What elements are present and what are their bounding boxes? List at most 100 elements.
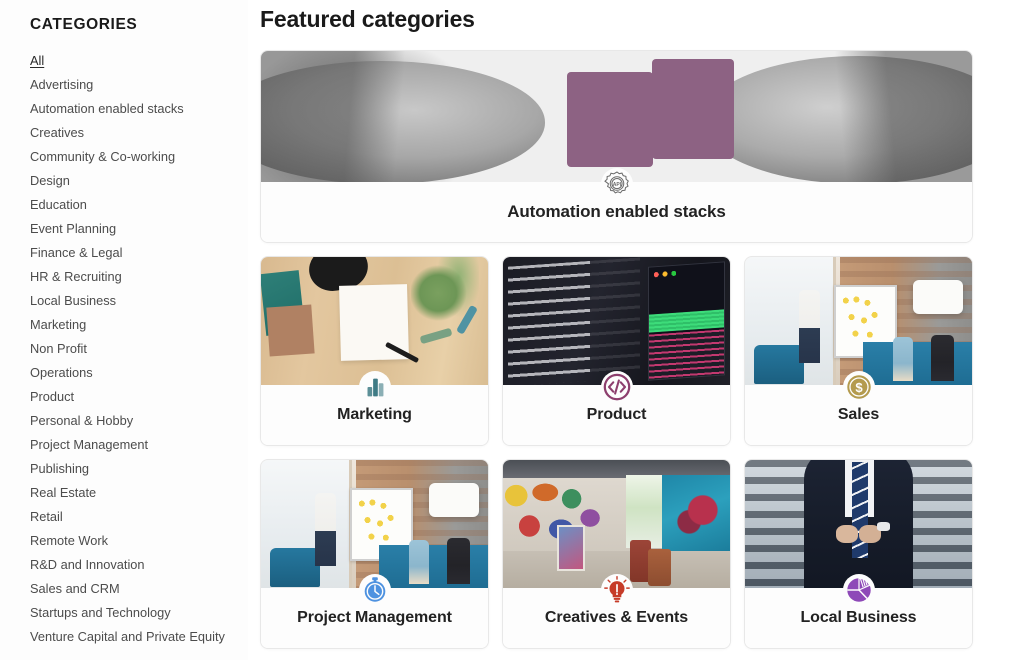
api-gear-icon: API	[600, 167, 633, 200]
sidebar-item-community-co-working[interactable]: Community & Co-working	[30, 145, 248, 169]
category-card-image	[261, 256, 488, 387]
sidebar-item-personal-hobby[interactable]: Personal & Hobby	[30, 409, 248, 433]
page-title: Featured categories	[260, 6, 475, 32]
graffiti-photo	[503, 459, 730, 590]
office-photo	[745, 256, 972, 387]
sidebar-item-local-business[interactable]: Local Business	[30, 289, 248, 313]
code-tag-icon	[600, 370, 633, 403]
blue-sofa	[863, 342, 972, 387]
category-card-image	[261, 459, 488, 590]
blue-sofa	[379, 545, 488, 590]
sidebar-item-finance-legal[interactable]: Finance & Legal	[30, 241, 248, 265]
puzzle-hands-photo	[261, 50, 972, 184]
sidebar-item-label: R&D and Innovation	[30, 556, 145, 572]
suit-photo	[745, 459, 972, 590]
canvas-easel	[557, 524, 585, 572]
sidebar-item-advertising[interactable]: Advertising	[30, 73, 248, 97]
pink-log-block	[649, 330, 725, 381]
left-hand	[835, 524, 859, 543]
sidebar-item-education[interactable]: Education	[30, 193, 248, 217]
person-seated-1	[408, 540, 429, 585]
category-card-image	[745, 459, 972, 590]
sidebar-item-all[interactable]: All	[30, 49, 248, 73]
striped-tie	[851, 462, 868, 559]
desk-photo	[261, 256, 488, 387]
teal-mural	[661, 475, 730, 554]
sidebar-item-non-profit[interactable]: Non Profit	[30, 337, 248, 361]
green-marker	[419, 327, 453, 345]
featured-card-automation-enabled-stacks[interactable]: API Automation enabled stacks	[260, 49, 973, 243]
sidebar-item-label: Product	[30, 388, 75, 404]
sidebar-item-event-planning[interactable]: Event Planning	[30, 217, 248, 241]
sidebar-item-remote-work[interactable]: Remote Work	[30, 529, 248, 553]
sidebar-item-marketing[interactable]: Marketing	[30, 313, 248, 337]
person-presenting	[315, 493, 336, 567]
wristwatch	[876, 521, 891, 532]
sidebar-item-design[interactable]: Design	[30, 169, 248, 193]
page-root: CATEGORIES All Advertising Automation enab…	[0, 0, 1017, 660]
sidebar-item-label: Community & Co-working	[30, 148, 176, 164]
sidebar-item-sales-and-crm[interactable]: Sales and CRM	[30, 577, 248, 601]
sidebar-item-startups-and-technology[interactable]: Startups and Technology	[30, 601, 248, 625]
sidebar-item-label: All	[30, 52, 45, 68]
sidebar-item-label: Operations	[30, 364, 93, 380]
lightbulb-icon	[600, 573, 633, 606]
category-card-image	[503, 459, 730, 590]
sidebar-item-label: Personal & Hobby	[30, 412, 134, 428]
dollar-coin-icon: $	[842, 370, 875, 403]
window-dots	[653, 269, 677, 281]
sidebar-title: CATEGORIES	[30, 16, 138, 33]
category-card-local-business[interactable]: Local Business	[744, 458, 973, 649]
sidebar-item-label: Design	[30, 172, 70, 188]
sidebar-item-publishing[interactable]: Publishing	[30, 457, 248, 481]
sidebar-item-project-management[interactable]: Project Management	[30, 433, 248, 457]
sidebar-item-label: Advertising	[30, 76, 94, 92]
category-card-product[interactable]: Product	[502, 255, 731, 446]
sidebar-item-label: Real Estate	[30, 484, 97, 500]
person-seated-2	[931, 334, 954, 382]
pie-segments-icon	[842, 573, 875, 606]
sidebar-item-label: Event Planning	[30, 220, 117, 236]
office-chair	[754, 345, 805, 384]
main-content: Featured categories API Automation enabl…	[248, 0, 1017, 660]
category-card-sales[interactable]: $ Sales	[744, 255, 973, 446]
sidebar-item-label: Startups and Technology	[30, 604, 171, 620]
office-photo	[261, 459, 488, 590]
office-chair	[270, 548, 321, 587]
code-photo	[503, 256, 730, 387]
sidebar-item-label: HR & Recruiting	[30, 268, 122, 284]
category-card-grid: Marketing Product $ Sales Project Management…	[260, 255, 973, 649]
sidebar-item-venture-capital-and-private-equity[interactable]: Venture Capital and Private Equity	[30, 625, 248, 649]
sidebar-item-label: Remote Work	[30, 532, 108, 548]
sidebar-item-r-d-and-innovation[interactable]: R&D and Innovation	[30, 553, 248, 577]
sidebar-item-real-estate[interactable]: Real Estate	[30, 481, 248, 505]
sidebar-item-label: Retail	[30, 508, 63, 524]
sidebar-item-label: Creatives	[30, 124, 85, 140]
category-card-project-management[interactable]: Project Management	[260, 458, 489, 649]
category-list: All Advertising Automation enabled stacks C…	[30, 49, 248, 649]
sidebar-item-label: Sales and CRM	[30, 580, 120, 596]
sidebar-item-label: Project Management	[30, 436, 149, 452]
sidebar-item-hr-recruiting[interactable]: HR & Recruiting	[30, 265, 248, 289]
studio-window	[625, 475, 662, 548]
pendant-lamp	[912, 279, 963, 314]
sidebar-item-creatives[interactable]: Creatives	[30, 121, 248, 145]
sidebar-item-label: Education	[30, 196, 87, 212]
category-card-marketing[interactable]: Marketing	[260, 255, 489, 446]
person-seated-2	[447, 537, 470, 585]
api-badge-text: API	[612, 181, 621, 187]
sidebar-item-label: Local Business	[30, 292, 117, 308]
sidebar-item-automation-enabled-stacks[interactable]: Automation enabled stacks	[30, 97, 248, 121]
person-presenting	[799, 290, 820, 364]
wooden-chair	[648, 549, 671, 586]
featured-card-image	[261, 50, 972, 184]
terminal-panel	[648, 261, 726, 382]
sidebar-item-operations[interactable]: Operations	[30, 361, 248, 385]
sidebar-item-product[interactable]: Product	[30, 385, 248, 409]
sidebar-item-retail[interactable]: Retail	[30, 505, 248, 529]
stopwatch-icon	[358, 573, 391, 606]
categories-sidebar: CATEGORIES All Advertising Automation enab…	[0, 0, 248, 660]
category-card-creatives-events[interactable]: Creatives & Events	[502, 458, 731, 649]
bar-chart-icon	[358, 370, 391, 403]
person-seated-1	[892, 337, 913, 382]
